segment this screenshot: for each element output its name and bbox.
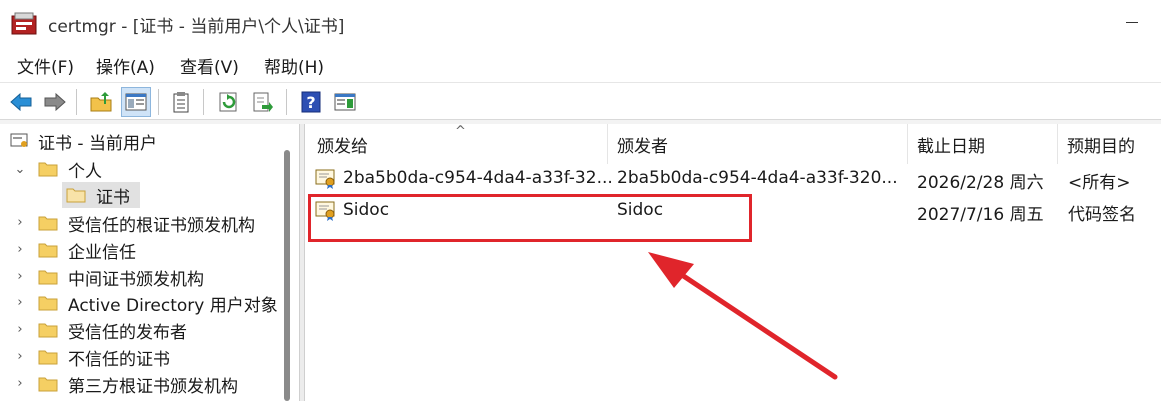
column-expiration[interactable]: 截止日期 bbox=[917, 124, 1057, 164]
tree-item-label: 中间证书颁发机构 bbox=[68, 269, 204, 290]
tree-root-label: 证书 - 当前用户 bbox=[38, 133, 157, 154]
tree-item-trusted-publishers[interactable]: › 受信任的发布者 bbox=[0, 317, 290, 343]
forward-icon bbox=[44, 92, 66, 112]
chevron-right-icon[interactable]: › bbox=[14, 350, 26, 363]
column-label: 截止日期 bbox=[917, 136, 985, 157]
folder-icon bbox=[38, 243, 58, 258]
column-label: 颁发者 bbox=[617, 136, 668, 157]
action-pane-icon bbox=[334, 93, 356, 111]
help-icon: ? bbox=[301, 91, 321, 113]
cell-expiration: 2026/2/28 周六 bbox=[917, 173, 1044, 193]
chevron-right-icon[interactable]: › bbox=[14, 323, 26, 336]
chevron-right-icon[interactable]: › bbox=[14, 243, 26, 256]
tree-item-third-party-root[interactable]: › 第三方根证书颁发机构 bbox=[0, 371, 290, 397]
export-list-icon bbox=[253, 92, 273, 112]
menu-view[interactable]: 查看(V) bbox=[180, 53, 239, 78]
tree-root[interactable]: 证书 - 当前用户 bbox=[0, 128, 290, 154]
table-row[interactable]: 2ba5b0da-c954-4da4-a33f-32... 2ba5b0da-c… bbox=[305, 164, 1161, 194]
tree-item-intermediate-ca[interactable]: › 中间证书颁发机构 bbox=[0, 264, 290, 290]
chevron-right-icon[interactable]: › bbox=[14, 216, 26, 229]
cell-issued-by: 2ba5b0da-c954-4da4-a33f-320... bbox=[617, 168, 898, 188]
tree-item-label: Active Directory 用户对象 bbox=[68, 295, 278, 316]
tree-item-personal[interactable]: ⌄ 个人 bbox=[0, 156, 290, 182]
svg-text:?: ? bbox=[306, 93, 315, 112]
action-pane-button[interactable] bbox=[330, 87, 360, 117]
chevron-right-icon[interactable]: › bbox=[14, 377, 26, 390]
certmgr-app-icon bbox=[11, 12, 37, 35]
tree-item-label: 个人 bbox=[68, 161, 102, 182]
tree-item-label: 受信任的根证书颁发机构 bbox=[68, 215, 255, 236]
tree-item-label: 证书 bbox=[96, 187, 130, 208]
title-bar: certmgr - [证书 - 当前用户\个人\证书] bbox=[0, 0, 1161, 46]
certificate-icon bbox=[315, 169, 335, 189]
folder-icon bbox=[38, 377, 58, 392]
menu-action[interactable]: 操作(A) bbox=[96, 53, 155, 78]
back-icon bbox=[10, 92, 32, 112]
column-purpose[interactable]: 预期目的 bbox=[1067, 124, 1161, 164]
menu-file[interactable]: 文件(F) bbox=[17, 53, 74, 78]
tree-item-certificates[interactable]: 证书 bbox=[0, 182, 290, 208]
folder-icon bbox=[38, 323, 58, 338]
properties-button[interactable] bbox=[166, 87, 196, 117]
folder-icon bbox=[38, 350, 58, 365]
folder-icon bbox=[66, 188, 86, 203]
tree-item-trusted-root[interactable]: › 受信任的根证书颁发机构 bbox=[0, 210, 290, 236]
menu-help[interactable]: 帮助(H) bbox=[264, 53, 324, 78]
forward-button[interactable] bbox=[40, 87, 70, 117]
chevron-down-icon[interactable]: ⌄ bbox=[14, 163, 26, 176]
refresh-button[interactable] bbox=[214, 87, 244, 117]
show-hide-tree-button[interactable] bbox=[121, 87, 151, 117]
cell-purpose: <所有> bbox=[1068, 173, 1131, 193]
column-issued-to[interactable]: 颁发给 bbox=[317, 124, 607, 164]
folder-icon bbox=[38, 216, 58, 231]
window-title: certmgr - [证书 - 当前用户\个人\证书] bbox=[48, 17, 345, 37]
chevron-right-icon[interactable]: › bbox=[14, 270, 26, 283]
properties-icon bbox=[173, 92, 189, 113]
up-folder-icon bbox=[90, 92, 112, 112]
cell-purpose: 代码签名 bbox=[1068, 205, 1136, 225]
tree-item-ad-user-object[interactable]: › Active Directory 用户对象 bbox=[0, 290, 290, 316]
tree-item-label: 不信任的证书 bbox=[68, 349, 170, 370]
cell-expiration: 2027/7/16 周五 bbox=[917, 205, 1044, 225]
show-hide-tree-icon bbox=[125, 93, 147, 111]
menu-bar: 文件(F) 操作(A) 查看(V) 帮助(H) bbox=[0, 46, 1161, 82]
column-label: 颁发给 bbox=[317, 136, 368, 157]
column-label: 预期目的 bbox=[1067, 136, 1135, 157]
console-tree: 证书 - 当前用户 ⌄ 个人 证书 › 受信任的根证书颁发机构 › 企业信任 ›… bbox=[0, 124, 300, 401]
tree-item-enterprise-trust[interactable]: › 企业信任 bbox=[0, 237, 290, 263]
folder-icon bbox=[38, 162, 58, 177]
export-list-button[interactable] bbox=[248, 87, 278, 117]
help-button[interactable]: ? bbox=[296, 87, 326, 117]
back-button[interactable] bbox=[6, 87, 36, 117]
cell-issued-to: 2ba5b0da-c954-4da4-a33f-32... bbox=[343, 168, 613, 188]
annotation-highlight-box bbox=[308, 194, 752, 242]
column-issued-by[interactable]: 颁发者 bbox=[617, 124, 907, 164]
certificates-store-icon bbox=[10, 133, 28, 147]
tree-item-untrusted[interactable]: › 不信任的证书 bbox=[0, 344, 290, 370]
folder-icon bbox=[38, 296, 58, 311]
minimize-button[interactable] bbox=[1115, 0, 1161, 46]
annotation-arrow-icon bbox=[648, 252, 838, 380]
chevron-right-icon[interactable]: › bbox=[14, 296, 26, 309]
tree-item-label: 企业信任 bbox=[68, 242, 136, 263]
up-folder-button[interactable] bbox=[86, 87, 116, 117]
toolbar: ? bbox=[0, 82, 1161, 120]
tree-scrollbar-thumb[interactable] bbox=[284, 150, 290, 401]
tree-item-label: 受信任的发布者 bbox=[68, 322, 187, 343]
tree-item-label: 第三方根证书颁发机构 bbox=[68, 376, 238, 397]
refresh-icon bbox=[219, 92, 237, 112]
folder-icon bbox=[38, 270, 58, 285]
